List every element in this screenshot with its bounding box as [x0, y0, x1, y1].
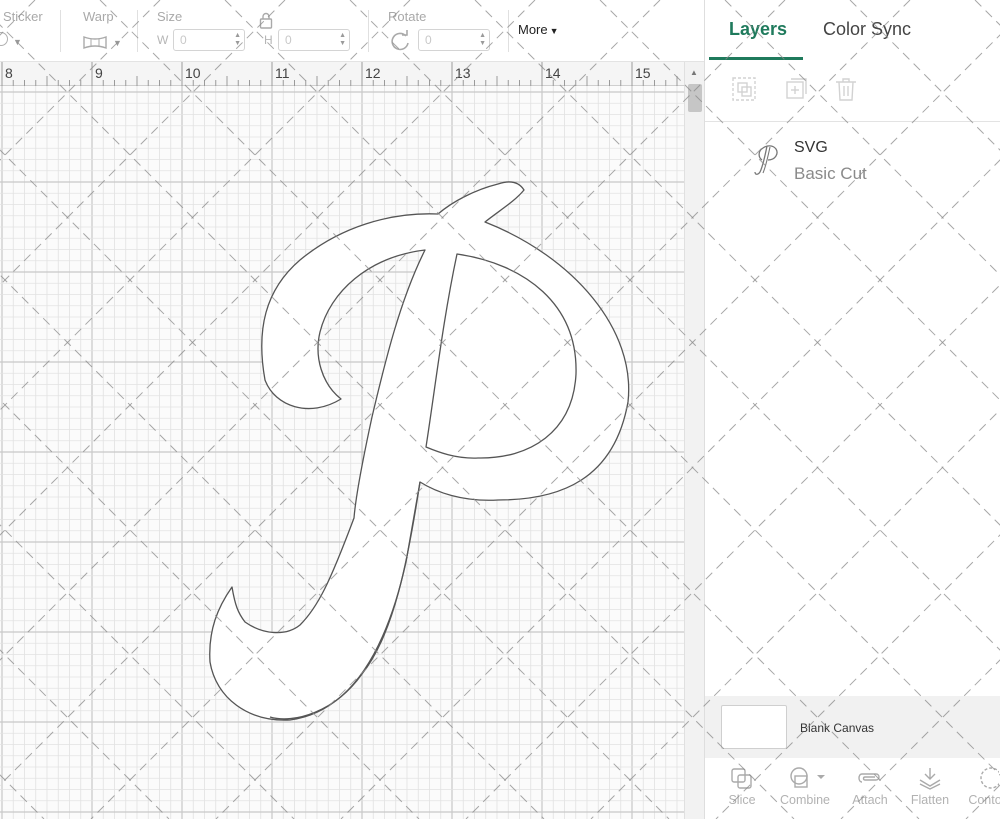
layers-panel: Layers Color Sync SVG Basic Cut Blank Ca… [704, 0, 1000, 819]
vertical-scrollbar[interactable]: ▲ [684, 62, 704, 819]
blank-canvas-swatch[interactable] [721, 705, 787, 749]
combine-button[interactable]: Combine [775, 766, 835, 807]
sticker-dropdown-caret[interactable]: ▼ [13, 37, 22, 47]
slice-label: Slice [728, 793, 756, 807]
blank-canvas-strip: Blank Canvas [705, 696, 1000, 758]
more-button[interactable]: More ▼ [518, 22, 559, 37]
flatten-icon [919, 768, 941, 790]
layer-name: SVG [794, 139, 828, 156]
slice-icon [731, 768, 752, 789]
sticker-icon[interactable] [0, 32, 8, 46]
flatten-button[interactable]: Flatten [900, 766, 960, 807]
size-label: Size [157, 9, 183, 24]
group-icon[interactable] [731, 76, 757, 102]
warp-dropdown-caret[interactable]: ▼ [113, 38, 122, 48]
toolbar-divider [137, 10, 138, 52]
chevron-up-icon[interactable]: ▲ [690, 68, 698, 77]
lock-icon[interactable] [259, 12, 273, 29]
width-letter: W [157, 33, 169, 47]
edit-toolbar: Sticker ▼ Warp ▼ Size W 0 ▲ ▼ H 0 ▲ ▼ Rota… [0, 0, 704, 62]
panel-tabs: Layers Color Sync [705, 0, 1000, 62]
contour-button[interactable]: Conto [960, 766, 1000, 807]
slice-button[interactable]: Slice [712, 766, 772, 807]
rotate-value: 0 [425, 33, 432, 47]
bottom-tools-bar: Slice Combine Attach Flatten Conto [705, 758, 1000, 819]
width-value: 0 [180, 33, 187, 47]
contour-label: Conto [968, 793, 1000, 807]
warp-icon[interactable] [82, 34, 108, 50]
duplicate-icon[interactable] [783, 76, 809, 102]
rotate-label: Rotate [388, 9, 427, 24]
flatten-label: Flatten [910, 793, 950, 807]
scrollbar-thumb[interactable] [688, 84, 702, 112]
layer-item-svg[interactable]: SVG Basic Cut [705, 124, 1000, 188]
rotate-stepper[interactable]: ▲ ▼ [479, 32, 486, 48]
tab-layers[interactable]: Layers [729, 19, 787, 40]
tab-color-sync[interactable]: Color Sync [823, 19, 911, 40]
layer-actions-bar [705, 62, 1000, 122]
rotate-icon[interactable] [389, 30, 411, 52]
toolbar-divider [508, 10, 509, 52]
chevron-down-icon: ▼ [549, 26, 559, 36]
height-input[interactable]: 0 ▲ ▼ [278, 29, 350, 51]
layer-operation[interactable]: Basic Cut [794, 164, 867, 184]
more-label: More [518, 22, 548, 37]
design-canvas[interactable]: 8 9 10 11 12 13 14 15 ▲ [0, 62, 704, 819]
height-stepper[interactable]: ▲ ▼ [339, 32, 346, 48]
letter-p-shape[interactable] [0, 62, 684, 819]
height-value: 0 [285, 33, 292, 47]
attach-label: Attach [852, 793, 888, 807]
warp-label: Warp [83, 9, 114, 24]
blank-canvas-label: Blank Canvas [800, 721, 875, 735]
attach-icon [858, 773, 880, 783]
combine-icon [790, 767, 825, 788]
contour-icon [980, 767, 999, 789]
combine-label: Combine [779, 793, 831, 807]
width-stepper[interactable]: ▲ ▼ [234, 32, 241, 48]
attach-button[interactable]: Attach [840, 766, 900, 807]
script-p-icon [754, 145, 778, 175]
rotate-input[interactable]: 0 ▲ ▼ [418, 29, 490, 51]
height-letter: H [264, 33, 273, 47]
active-tab-indicator [709, 57, 803, 60]
width-input[interactable]: 0 ▲ ▼ [173, 29, 245, 51]
delete-icon[interactable] [833, 76, 859, 102]
toolbar-divider [60, 10, 61, 52]
sticker-label: Sticker [3, 9, 43, 24]
toolbar-divider [368, 10, 369, 52]
